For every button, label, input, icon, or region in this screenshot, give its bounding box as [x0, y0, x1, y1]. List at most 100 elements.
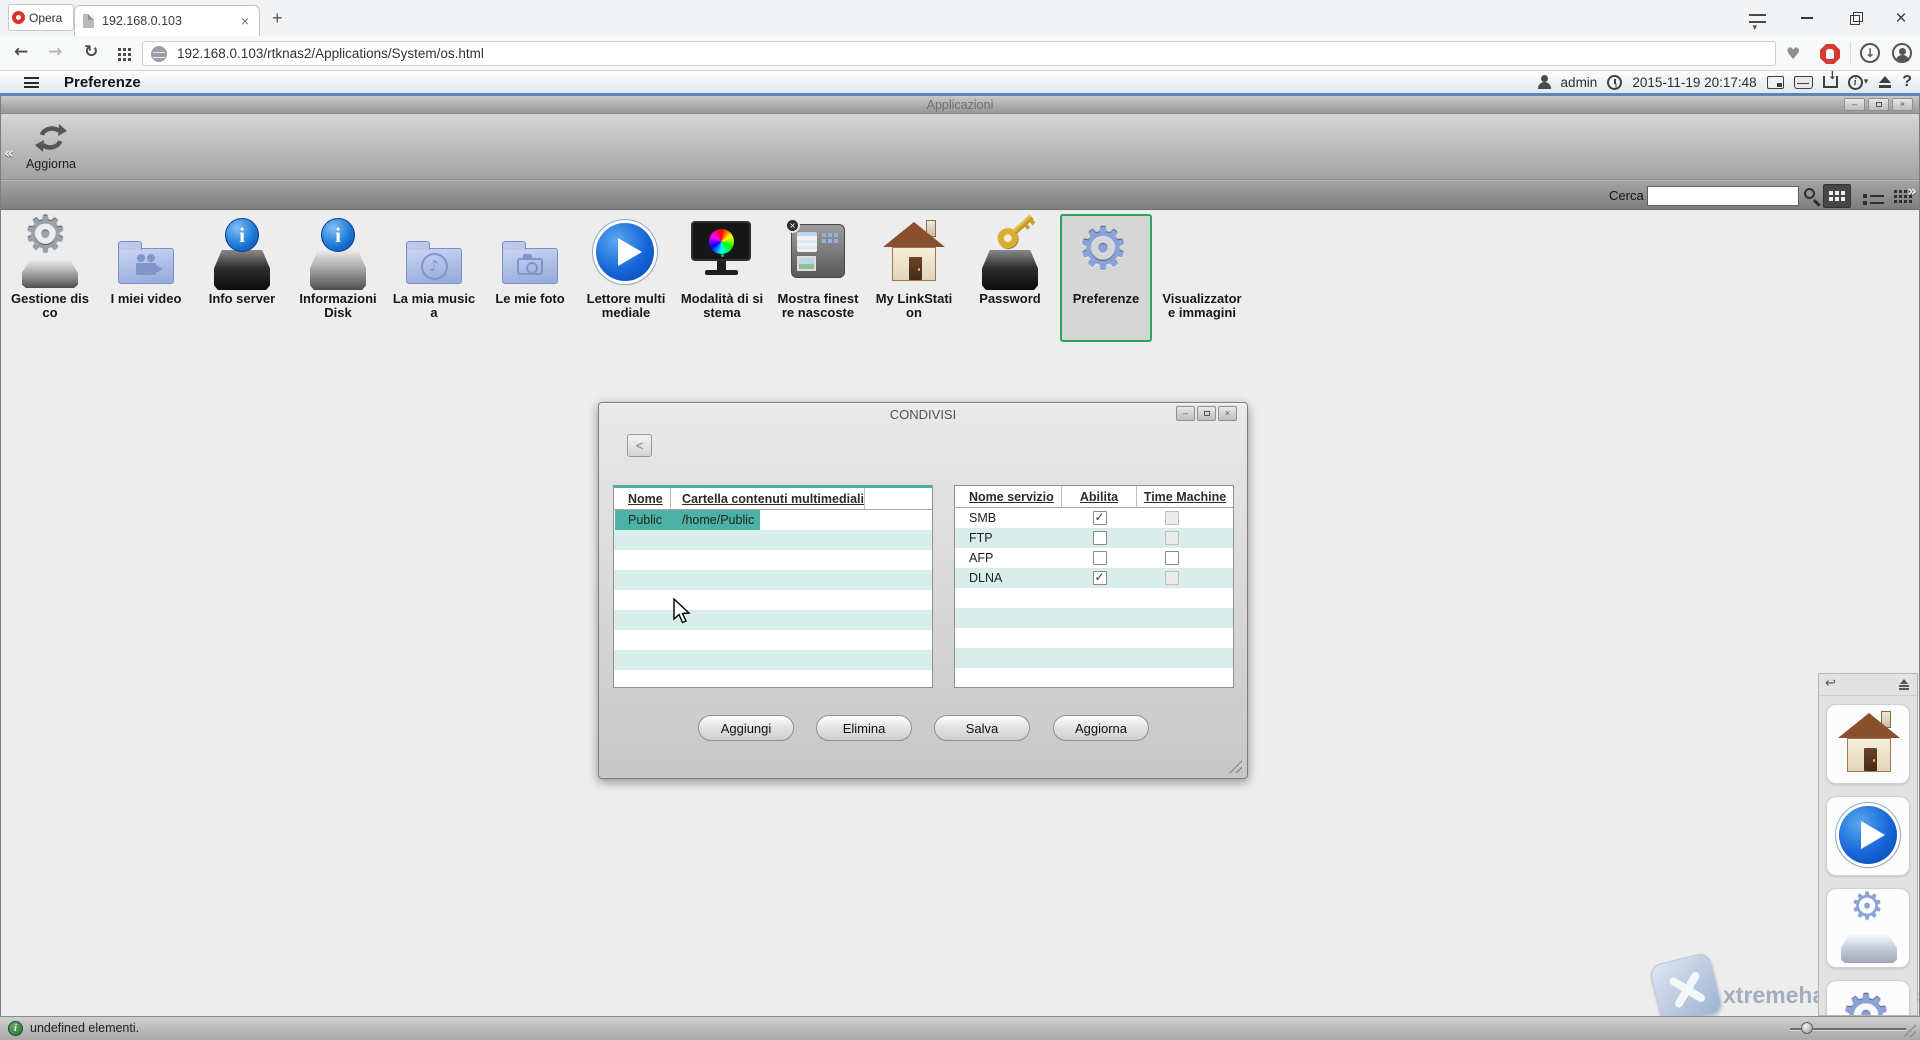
- share-row[interactable]: Public /home/Public: [614, 510, 932, 530]
- dialog-close-button[interactable]: ×: [1218, 406, 1237, 421]
- search-icon[interactable]: [1804, 188, 1815, 199]
- dock-resize-grip[interactable]: [1903, 1024, 1916, 1037]
- dialog-back-button[interactable]: <: [627, 434, 652, 457]
- timemachine-checkbox-smb[interactable]: [1165, 511, 1179, 525]
- house-icon: [1833, 709, 1905, 781]
- downloads-icon[interactable]: [1860, 43, 1880, 63]
- view-list-button[interactable]: [1857, 184, 1885, 208]
- service-row-smb[interactable]: SMB: [955, 508, 1233, 528]
- back-button[interactable]: ←: [14, 42, 28, 62]
- dock-slider-knob[interactable]: [1801, 1022, 1813, 1034]
- app-icon-i-miei-video[interactable]: I miei video: [100, 214, 192, 342]
- shares-table[interactable]: Nome Cartella contenuti multimediali Pub…: [613, 485, 933, 688]
- service-row-afp[interactable]: AFP: [955, 548, 1233, 568]
- app-icon-la-mia-musica[interactable]: ♪ La mia musica: [388, 214, 480, 342]
- empty-row[interactable]: [614, 590, 932, 610]
- dialog-minimize-button[interactable]: –: [1176, 406, 1195, 421]
- url-field[interactable]: 192.168.0.103/rtknas2/Applications/Syste…: [142, 41, 1776, 66]
- collapse-right-chevron[interactable]: »: [1907, 182, 1917, 200]
- app-icon-info-server[interactable]: i Info server: [196, 214, 288, 342]
- app-icon-mostra-finestre-nascoste[interactable]: × Mostra finestre nascoste: [772, 214, 864, 342]
- empty-row[interactable]: [955, 588, 1233, 608]
- enable-checkbox-smb[interactable]: [1093, 511, 1107, 525]
- service-row-dlna[interactable]: DLNA: [955, 568, 1233, 588]
- new-tab-button[interactable]: +: [272, 8, 283, 29]
- empty-row[interactable]: [955, 628, 1233, 648]
- app-icon-preferenze[interactable]: ⚙ Preferenze: [1060, 214, 1152, 342]
- app-minimize-button[interactable]: –: [1844, 98, 1865, 111]
- dock-disk-management-button[interactable]: ⚙: [1826, 888, 1910, 968]
- play-icon: [1833, 801, 1905, 873]
- profile-icon[interactable]: [1892, 43, 1912, 63]
- aggiungi-button[interactable]: Aggiungi: [698, 715, 794, 741]
- reload-button[interactable]: ↻: [84, 42, 98, 62]
- empty-row[interactable]: [955, 608, 1233, 628]
- adblock-icon[interactable]: [1820, 44, 1840, 64]
- collapse-left-chevron[interactable]: «: [4, 144, 14, 162]
- enable-checkbox-afp[interactable]: [1093, 551, 1107, 565]
- app-icon-my-linkstation[interactable]: My LinkStation: [868, 214, 960, 342]
- tab-close-icon[interactable]: ×: [239, 13, 251, 29]
- view-grid-button[interactable]: [1823, 184, 1851, 208]
- dialog-resize-grip[interactable]: [1229, 760, 1242, 773]
- help-icon[interactable]: ?: [1902, 73, 1912, 91]
- app-close-button[interactable]: ×: [1892, 98, 1913, 111]
- user-icon: [1537, 75, 1551, 89]
- timemachine-checkbox-afp[interactable]: [1165, 551, 1179, 565]
- dock-back-icon[interactable]: ↩: [1825, 676, 1836, 691]
- dock-preferences-button[interactable]: ⚙: [1826, 980, 1910, 1016]
- forward-button[interactable]: →: [48, 42, 62, 62]
- salva-button[interactable]: Salva: [934, 715, 1030, 741]
- speed-dial-icon[interactable]: [118, 48, 121, 51]
- empty-row[interactable]: [614, 630, 932, 650]
- download-tray-icon[interactable]: [1823, 76, 1838, 88]
- bookmark-heart-icon[interactable]: ♥: [1786, 44, 1800, 63]
- app-icon-informazioni-disk[interactable]: i Informazioni Disk: [292, 214, 384, 342]
- dock-collapse-icon[interactable]: [1899, 679, 1909, 689]
- window-minimize-button[interactable]: [1790, 6, 1824, 30]
- browser-menu-button[interactable]: [1740, 6, 1774, 30]
- services-table[interactable]: Nome servizio Abilita Time Machine SMB F…: [954, 485, 1234, 688]
- search-input[interactable]: [1647, 186, 1799, 206]
- hamburger-menu-icon[interactable]: [24, 77, 39, 88]
- app-icon-visualizzatore-immagini[interactable]: Visualizzatore immagini: [1156, 214, 1248, 342]
- url-text: 192.168.0.103/rtknas2/Applications/Syste…: [177, 46, 484, 61]
- eject-icon[interactable]: [1878, 76, 1892, 89]
- window-restore-button[interactable]: [1838, 6, 1872, 30]
- app-restore-button[interactable]: [1868, 98, 1889, 111]
- dialog-maximize-button[interactable]: [1197, 406, 1216, 421]
- nas-device-icon[interactable]: [1794, 76, 1813, 89]
- empty-row[interactable]: [614, 570, 932, 590]
- app-icon-le-mie-foto[interactable]: Le mie foto: [484, 214, 576, 342]
- aggiorna-button[interactable]: Aggiorna: [1053, 715, 1149, 741]
- disk-gear-light-icon: ⚙: [1833, 893, 1905, 965]
- status-message: undefined elementi.: [30, 1021, 139, 1035]
- empty-row[interactable]: [955, 648, 1233, 668]
- empty-row[interactable]: [614, 550, 932, 570]
- screenshot-icon[interactable]: [1767, 76, 1784, 89]
- info-menu[interactable]: i ▾: [1848, 75, 1869, 90]
- empty-row[interactable]: [614, 670, 932, 690]
- timemachine-checkbox-ftp[interactable]: [1165, 531, 1179, 545]
- enable-checkbox-ftp[interactable]: [1093, 531, 1107, 545]
- gear-icon: ⚙: [1070, 218, 1142, 290]
- elimina-button[interactable]: Elimina: [816, 715, 912, 741]
- app-icon-modalit-di-sistema[interactable]: Modalità di sistema: [676, 214, 768, 342]
- refresh-button[interactable]: Aggiorna: [19, 122, 83, 171]
- empty-row[interactable]: [614, 650, 932, 670]
- enable-checkbox-dlna[interactable]: [1093, 571, 1107, 585]
- app-icon-lettore-multimediale[interactable]: Lettore multimediale: [580, 214, 672, 342]
- window-close-button[interactable]: [1884, 6, 1918, 30]
- opera-menu-button[interactable]: Opera: [8, 4, 74, 31]
- empty-row[interactable]: [955, 668, 1233, 688]
- empty-row[interactable]: [614, 530, 932, 550]
- empty-row[interactable]: [614, 610, 932, 630]
- app-icon-password[interactable]: Password: [964, 214, 1056, 342]
- dock-my-linkstation-button[interactable]: [1826, 704, 1910, 784]
- app-icon-gestione-disco[interactable]: ⚙ Gestione disco: [4, 214, 96, 342]
- timemachine-checkbox-dlna[interactable]: [1165, 571, 1179, 585]
- applications-titlebar[interactable]: Applicazioni – ×: [1, 96, 1919, 114]
- service-row-ftp[interactable]: FTP: [955, 528, 1233, 548]
- dock-media-player-button[interactable]: [1826, 796, 1910, 876]
- browser-tab[interactable]: 192.168.0.103 ×: [74, 5, 260, 36]
